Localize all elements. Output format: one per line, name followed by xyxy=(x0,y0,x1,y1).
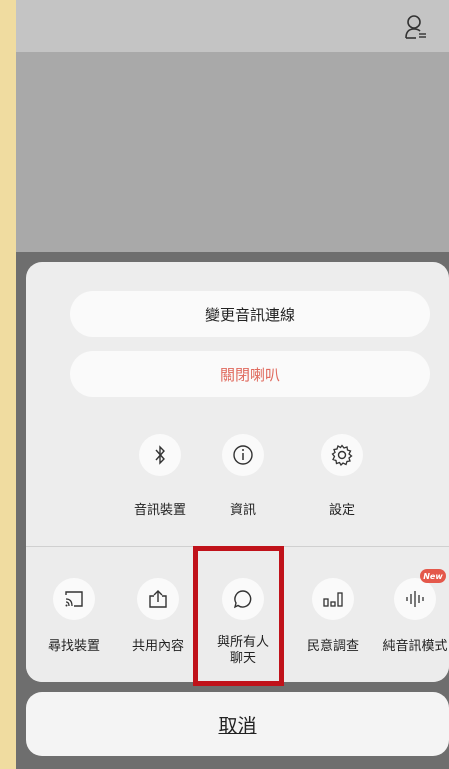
cast-icon xyxy=(65,591,83,607)
cancel-button[interactable]: 取消 xyxy=(26,692,449,756)
info-button[interactable] xyxy=(222,434,264,476)
highlight-box xyxy=(193,546,284,686)
cancel-label: 取消 xyxy=(218,714,257,737)
top-bar xyxy=(16,0,449,52)
find-device-label: 尋找裝置 xyxy=(47,639,100,654)
close-speaker-button[interactable]: 關閉喇叭 xyxy=(70,351,430,397)
audio-only-button[interactable] xyxy=(394,578,436,620)
video-area xyxy=(16,52,449,252)
share-content-label: 共用內容 xyxy=(131,639,184,654)
participants-icon[interactable] xyxy=(405,14,427,40)
settings-button[interactable] xyxy=(321,434,363,476)
share-content-button[interactable] xyxy=(137,578,179,620)
left-border-strip xyxy=(0,0,16,769)
poll-label: 民意調查 xyxy=(306,639,359,654)
poll-button[interactable] xyxy=(312,578,354,620)
new-badge: New xyxy=(420,569,446,583)
audio-only-label: 純音訊模式 xyxy=(382,639,448,654)
poll-icon xyxy=(323,592,343,607)
find-device-button[interactable] xyxy=(53,578,95,620)
change-audio-button[interactable]: 變更音訊連線 xyxy=(70,291,430,337)
settings-label: 設定 xyxy=(328,503,355,518)
info-label: 資訊 xyxy=(229,503,256,518)
change-audio-label: 變更音訊連線 xyxy=(204,305,295,324)
meeting-screen: 變更音訊連線 關閉喇叭 音訊裝置 資訊 設定 尋找裝置 共用內容 與所有人 聊天… xyxy=(16,0,449,769)
bluetooth-icon xyxy=(155,445,165,465)
info-icon xyxy=(233,445,253,465)
audio-device-label: 音訊裝置 xyxy=(133,503,186,518)
gear-icon xyxy=(331,444,353,466)
audio-device-button[interactable] xyxy=(139,434,181,476)
audio-wave-icon xyxy=(406,591,424,607)
share-icon xyxy=(149,590,167,608)
close-speaker-label: 關閉喇叭 xyxy=(219,365,280,384)
